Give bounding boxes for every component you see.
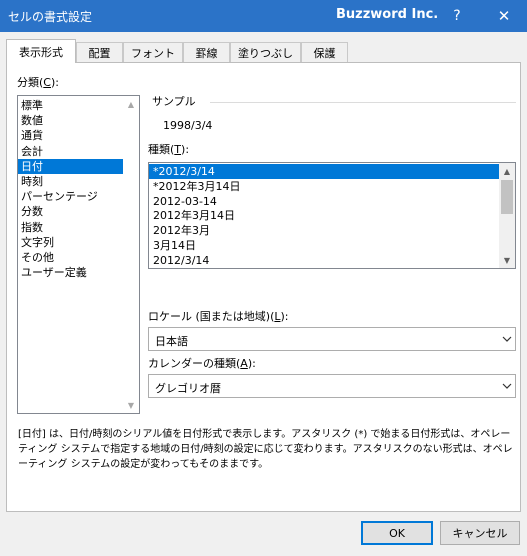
cancel-button[interactable]: キャンセル <box>440 521 520 545</box>
close-button[interactable]: ✕ <box>487 4 521 28</box>
tab-font[interactable]: フォント <box>123 42 183 62</box>
chevron-down-icon[interactable] <box>498 328 515 350</box>
tab-number-format[interactable]: 表示形式 <box>6 39 76 63</box>
sample-value: 1998/3/4 <box>163 119 213 132</box>
list-item[interactable]: 標準 <box>18 98 124 113</box>
type-scrollbar[interactable]: ▲ ▼ <box>499 163 515 268</box>
scroll-down-icon[interactable]: ▼ <box>123 397 139 413</box>
type-label: 種類(T): <box>148 143 190 156</box>
title-bar: セルの書式設定 Buzzword Inc. ? ✕ <box>0 0 527 32</box>
list-item[interactable]: その他 <box>18 250 124 265</box>
tab-border[interactable]: 罫線 <box>183 42 230 62</box>
list-item[interactable]: 文字列 <box>18 235 124 250</box>
list-item[interactable]: 2012年3月 <box>149 223 500 238</box>
tab-panel: 分類(C): 標準 数値 通貨 会計 日付 時刻 パーセンテージ 分数 指数 文… <box>6 62 521 512</box>
locale-dropdown[interactable]: 日本語 <box>148 327 516 351</box>
category-scrollbar[interactable]: ▲ ▼ <box>123 96 139 413</box>
scroll-down-icon[interactable]: ▼ <box>499 252 515 268</box>
list-item[interactable]: 2012-03-14 <box>149 194 500 209</box>
list-item-selected[interactable]: *2012/3/14 <box>149 164 500 179</box>
locale-label: ロケール (国または地域)(L): <box>148 310 289 323</box>
category-list[interactable]: 標準 数値 通貨 会計 日付 時刻 パーセンテージ 分数 指数 文字列 その他 … <box>17 95 140 414</box>
list-item[interactable]: 3月14日 <box>149 238 500 253</box>
tab-alignment[interactable]: 配置 <box>76 42 123 62</box>
tab-fill[interactable]: 塗りつぶし <box>230 42 301 62</box>
locale-value: 日本語 <box>155 335 188 348</box>
chevron-down-icon[interactable] <box>498 375 515 397</box>
help-button[interactable]: ? <box>440 4 474 28</box>
calendar-dropdown[interactable]: グレゴリオ暦 <box>148 374 516 398</box>
list-item[interactable]: ユーザー定義 <box>18 265 124 280</box>
list-item[interactable]: 通貨 <box>18 128 124 143</box>
scroll-up-icon[interactable]: ▲ <box>123 96 139 112</box>
type-list[interactable]: *2012/3/14 *2012年3月14日 2012-03-14 2012年3… <box>148 162 516 269</box>
dialog-body: 表示形式 配置 フォント 罫線 塗りつぶし 保護 分類(C): 標準 数値 通貨… <box>0 32 527 556</box>
list-item[interactable]: 2012年3月14日 <box>149 208 500 223</box>
list-item[interactable]: 時刻 <box>18 174 124 189</box>
list-item-selected[interactable]: 日付 <box>18 158 124 174</box>
list-item[interactable]: 会計 <box>18 144 124 159</box>
category-label: 分類(C): <box>17 76 59 89</box>
calendar-value: グレゴリオ暦 <box>155 382 221 395</box>
ok-button[interactable]: OK <box>361 521 433 545</box>
scroll-up-icon[interactable]: ▲ <box>499 163 515 179</box>
list-item[interactable]: 数値 <box>18 113 124 128</box>
list-item[interactable]: 2012/3/14 <box>149 253 500 268</box>
company-name: Buzzword Inc. <box>336 7 439 22</box>
format-description: [日付] は、日付/時刻のシリアル値を日付形式で表示します。アスタリスク (*)… <box>18 429 513 470</box>
tab-protection[interactable]: 保護 <box>301 42 348 62</box>
calendar-label: カレンダーの種類(A): <box>148 357 256 370</box>
list-item[interactable]: 分数 <box>18 204 124 219</box>
sample-label: サンプル <box>152 95 196 108</box>
scroll-thumb[interactable] <box>501 180 513 214</box>
sample-group: サンプル 1998/3/4 <box>148 93 516 137</box>
list-item[interactable]: *2012年3月14日 <box>149 179 500 194</box>
list-item[interactable]: パーセンテージ <box>18 189 124 204</box>
dialog-title: セルの書式設定 <box>8 10 93 24</box>
list-item[interactable]: 指数 <box>18 220 124 235</box>
